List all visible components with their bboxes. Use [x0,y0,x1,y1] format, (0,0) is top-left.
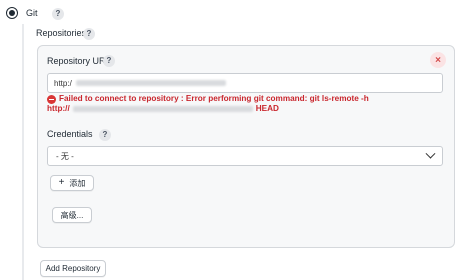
credentials-label: Credentials [47,129,93,139]
credentials-select[interactable]: - 无 - [47,146,443,166]
error-url-suffix: HEAD [255,104,279,113]
credentials-selected-value: - 无 - [56,151,74,161]
section-indent-line [22,24,24,280]
git-help-icon[interactable]: ? [52,8,64,20]
delete-repository-button[interactable]: × [430,52,446,68]
advanced-button-label: 高级... [60,210,84,220]
credentials-help-icon[interactable]: ? [99,129,111,141]
git-radio-button[interactable] [6,7,18,19]
add-credentials-button[interactable]: + 添加 [50,175,94,191]
advanced-button[interactable]: 高级... [52,207,92,223]
radio-selected-dot [9,10,15,16]
error-url-prefix: http:// [47,104,70,113]
repositories-label: Repositories [36,28,87,38]
add-repository-label: Add Repository [45,264,101,273]
error-message-line2: http:// HEAD [47,104,279,113]
error-icon [47,95,56,104]
chevron-down-icon [425,148,436,159]
add-credentials-label: 添加 [69,178,86,188]
git-label: Git [26,8,38,18]
error-message-line1: Failed to connect to repository : Error … [59,94,369,103]
repository-url-label: Repository URL [47,56,111,66]
repositories-help-icon[interactable]: ? [83,28,95,40]
plus-icon: + [58,177,65,188]
redacted-url-text [75,80,226,86]
add-repository-button[interactable]: Add Repository [40,260,106,277]
repository-url-help-icon[interactable]: ? [103,55,115,67]
repository-url-input[interactable]: http:/ [47,73,443,93]
redacted-error-url [72,105,253,112]
repository-url-value: http:/ [54,78,72,88]
